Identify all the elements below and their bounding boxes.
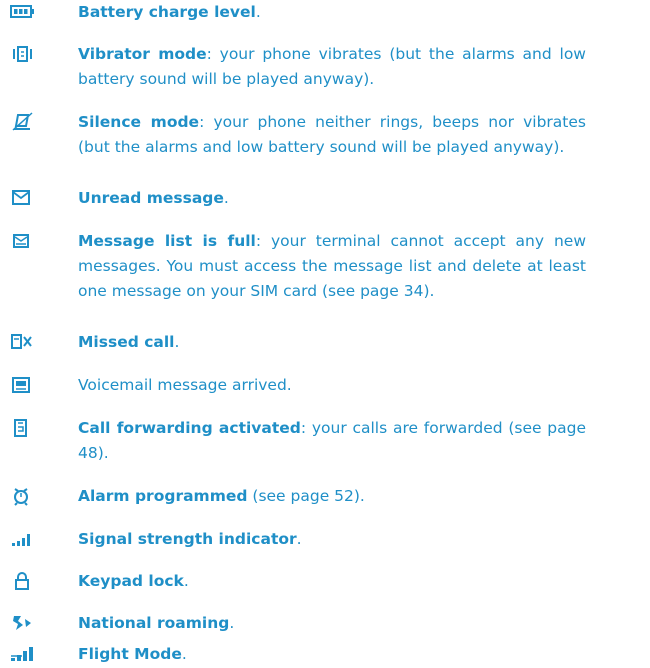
legend-text: Message list is full: your terminal cann… [78,229,586,304]
envelope-full-icon [10,231,36,251]
legend-desc: . [174,333,180,351]
legend-desc: . [181,645,187,663]
legend-desc: . [296,530,302,548]
legend-desc: . [229,614,235,632]
legend-term: Message list is full [78,232,256,250]
legend-text: Signal strength indicator. [78,527,586,552]
vibrate-icon [10,44,36,64]
legend-desc: . [223,189,229,207]
roaming-icon [10,613,36,633]
silence-icon [10,112,36,132]
legend-term: Keypad lock [78,572,184,590]
legend-text: Voicemail message arrived. [78,373,586,398]
legend-term: Alarm programmed [78,487,248,505]
legend-term: Silence mode [78,113,200,131]
legend-text: Call forwarding activated: your calls ar… [78,416,586,466]
legend-text: Missed call. [78,330,586,355]
legend-term: Vibrator mode [78,45,207,63]
legend-term: Call forwarding activated [78,419,301,437]
legend-text: Silence mode: your phone neither rings, … [78,110,586,160]
legend-term: Unread message [78,189,224,207]
legend-text: Unread message. [78,186,586,211]
missed-call-icon [10,332,36,352]
envelope-icon [10,188,36,208]
battery-icon [10,2,36,22]
legend-text: Vibrator mode: your phone vibrates (but … [78,42,586,92]
legend-desc: Voicemail message arrived. [78,376,292,394]
padlock-icon [10,571,36,591]
legend-term: Signal strength indicator [78,530,297,548]
flight-mode-icon [10,644,36,664]
legend-desc: (see page 52). [247,487,365,505]
legend-term: Flight Mode [78,645,182,663]
legend-text: Alarm programmed (see page 52). [78,484,586,509]
legend-text: Battery charge level. [78,0,586,25]
legend-term: Missed call [78,333,175,351]
legend-desc: . [255,3,261,21]
legend-text: National roaming. [78,611,586,636]
legend-term: National roaming [78,614,230,632]
icon-legend-page: Battery charge level. Vibrator mode: you… [0,0,650,668]
signal-icon [10,529,36,549]
legend-text: Flight Mode. [78,642,586,667]
legend-text: Keypad lock. [78,569,586,594]
legend-term: Battery charge level [78,3,256,21]
call-forward-icon [10,418,36,438]
voicemail-icon [10,375,36,395]
legend-desc: . [183,572,189,590]
alarm-icon [10,486,36,506]
